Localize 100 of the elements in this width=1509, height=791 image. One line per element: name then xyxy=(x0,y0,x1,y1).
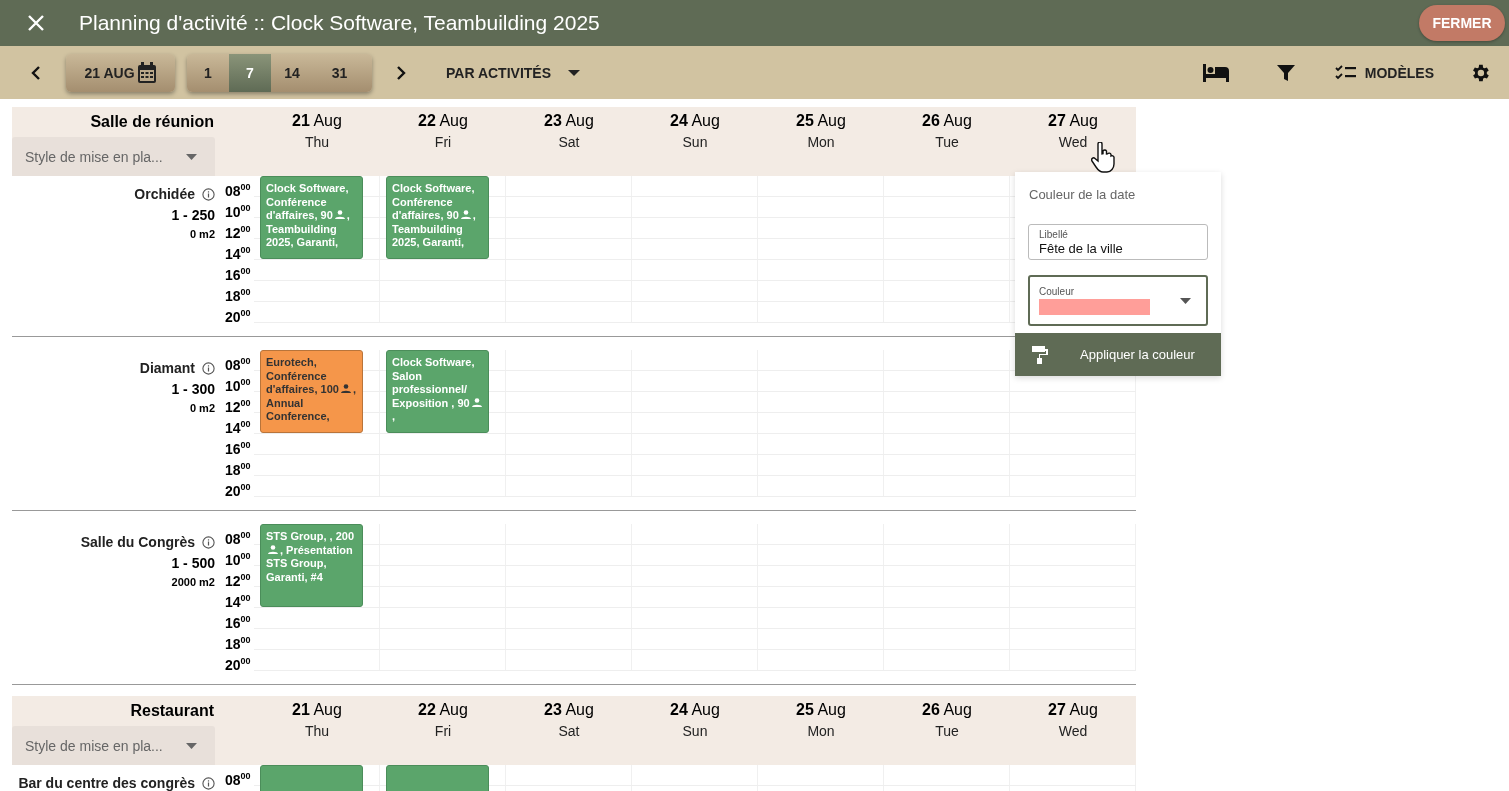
room-capacity: 1 - 300 xyxy=(171,381,215,397)
time-label: 20$^{00}$ xyxy=(225,655,252,673)
filter-icon[interactable] xyxy=(1276,63,1295,82)
day-weekday: Tue xyxy=(935,134,959,150)
room-area: 2000 m2 xyxy=(171,576,215,588)
time-label: 12$^{00}$ xyxy=(225,397,252,415)
time-label: 14$^{00}$ xyxy=(225,592,252,610)
person-icon xyxy=(268,544,278,554)
range-tab[interactable]: 1 xyxy=(187,53,229,92)
close-icon[interactable] xyxy=(27,14,45,32)
room-name: Orchidée xyxy=(134,186,195,202)
room-capacity: 1 - 500 xyxy=(171,555,215,571)
caret-icon xyxy=(186,153,197,160)
time-label: 16$^{00}$ xyxy=(225,265,252,283)
group-name: Salle de réunion xyxy=(90,113,215,132)
day-weekday: Mon xyxy=(807,134,835,150)
time-label: 18$^{00}$ xyxy=(225,286,252,304)
day-date: 26 Aug xyxy=(922,701,972,719)
day-date: 21 Aug xyxy=(292,112,342,130)
day-weekday: Thu xyxy=(304,134,330,150)
time-label: 12$^{00}$ xyxy=(225,223,252,241)
time-label: 16$^{00}$ xyxy=(225,439,252,457)
person-icon xyxy=(334,210,345,220)
apply-color-button[interactable]: Appliquer la couleur xyxy=(1015,333,1221,376)
room-name: Salle du Congrès xyxy=(80,534,195,550)
day-date: 21 Aug xyxy=(292,701,342,719)
event-card[interactable]: Clock Software, Salon professionnel/ Exposition , 90 , xyxy=(386,350,489,433)
event-card[interactable]: Eurotech, Conférence d'affaires, 100 , Annual Conference, xyxy=(260,350,363,433)
day-weekday: Fri xyxy=(434,723,452,739)
day-weekday: Sat xyxy=(558,134,580,150)
event-card[interactable]: Clock Software, Conférence d'affaires, 90 , Teambuilding 2025, Garanti, xyxy=(260,176,363,259)
time-label: 08$^{00}$ xyxy=(225,770,252,788)
day-date: 23 Aug xyxy=(544,112,594,130)
caret-icon xyxy=(568,69,580,76)
day-weekday: Tue xyxy=(935,723,959,739)
time-label: 08$^{00}$ xyxy=(225,529,252,547)
date-button[interactable]: 21 AUG xyxy=(66,53,175,92)
group-name: Restaurant xyxy=(130,702,215,721)
day-weekday: Mon xyxy=(807,723,835,739)
day-weekday: Fri xyxy=(434,134,452,150)
time-label: 12$^{00}$ xyxy=(225,571,252,589)
previous-icon[interactable] xyxy=(31,65,41,80)
info-icon[interactable] xyxy=(202,187,215,201)
time-label: 08$^{00}$ xyxy=(225,181,252,199)
popup-title: Couleur de la date xyxy=(1029,187,1137,202)
room-name: Diamant xyxy=(139,360,195,376)
day-date: 27 Aug xyxy=(1048,112,1098,130)
day-date: 24 Aug xyxy=(670,112,720,130)
info-icon[interactable] xyxy=(202,776,215,790)
person-icon xyxy=(460,210,471,220)
day-weekday: Wed xyxy=(1058,723,1088,739)
time-label: 16$^{00}$ xyxy=(225,613,252,631)
day-date: 24 Aug xyxy=(670,701,720,719)
info-icon[interactable] xyxy=(202,361,215,375)
day-date: 25 Aug xyxy=(796,112,846,130)
info-icon[interactable] xyxy=(202,535,215,549)
color-dropdown[interactable]: Couleur xyxy=(1028,275,1208,326)
day-date: 22 Aug xyxy=(418,112,468,130)
event-card[interactable]: Clock Software, Conférence d'affaires, 90 , Teambuilding 2025, Garanti, xyxy=(386,176,489,259)
person-icon xyxy=(471,397,482,407)
range-tab[interactable]: 7 xyxy=(229,53,271,92)
time-label: 18$^{00}$ xyxy=(225,634,252,652)
bed-icon[interactable] xyxy=(1202,63,1229,82)
time-label: 20$^{00}$ xyxy=(225,481,252,499)
time-label: 10$^{00}$ xyxy=(225,202,252,220)
day-date: 22 Aug xyxy=(418,701,468,719)
room-area: 0 m2 xyxy=(189,228,215,240)
day-weekday: Sun xyxy=(682,723,708,739)
day-weekday: Sat xyxy=(558,723,580,739)
view-dropdown[interactable]: PAR ACTIVITÉS xyxy=(446,64,580,81)
person-icon xyxy=(340,384,351,394)
next-icon[interactable] xyxy=(396,65,406,80)
calendar-icon xyxy=(136,61,157,84)
label-field[interactable]: Libellé Fête de la ville xyxy=(1028,224,1208,260)
time-label: 14$^{00}$ xyxy=(225,418,252,436)
room-capacity: 1 - 250 xyxy=(171,207,215,223)
templates-button[interactable]: MODÈLES xyxy=(1334,64,1434,81)
time-label: 14$^{00}$ xyxy=(225,244,252,262)
event-card[interactable]: STS Group, , 200 , Présentation STS Group, Garanti, #4 xyxy=(260,524,363,607)
day-date: 25 Aug xyxy=(796,701,846,719)
room-name: Bar du centre des congrès xyxy=(18,775,195,791)
range-tab[interactable]: 31 xyxy=(313,53,372,92)
style-dropdown[interactable]: Style de mise en pla... xyxy=(12,137,215,176)
day-date: 26 Aug xyxy=(922,112,972,130)
day-weekday: Thu xyxy=(304,723,330,739)
day-weekday: Wed xyxy=(1058,134,1088,150)
time-label: 18$^{00}$ xyxy=(225,460,252,478)
time-label: 10$^{00}$ xyxy=(225,376,252,394)
caret-icon xyxy=(1180,298,1191,304)
time-label: 08$^{00}$ xyxy=(225,355,252,373)
time-label: 20$^{00}$ xyxy=(225,307,252,325)
day-date: 27 Aug xyxy=(1048,701,1098,719)
room-area: 0 m2 xyxy=(189,402,215,414)
range-tab[interactable]: 14 xyxy=(271,53,313,92)
day-date: 23 Aug xyxy=(544,701,594,719)
time-label: 10$^{00}$ xyxy=(225,550,252,568)
day-weekday: Sun xyxy=(682,134,708,150)
checklist-icon xyxy=(1334,64,1357,81)
style-dropdown[interactable]: Style de mise en pla... xyxy=(12,726,215,765)
close-button[interactable]: FERMER xyxy=(1419,5,1505,41)
